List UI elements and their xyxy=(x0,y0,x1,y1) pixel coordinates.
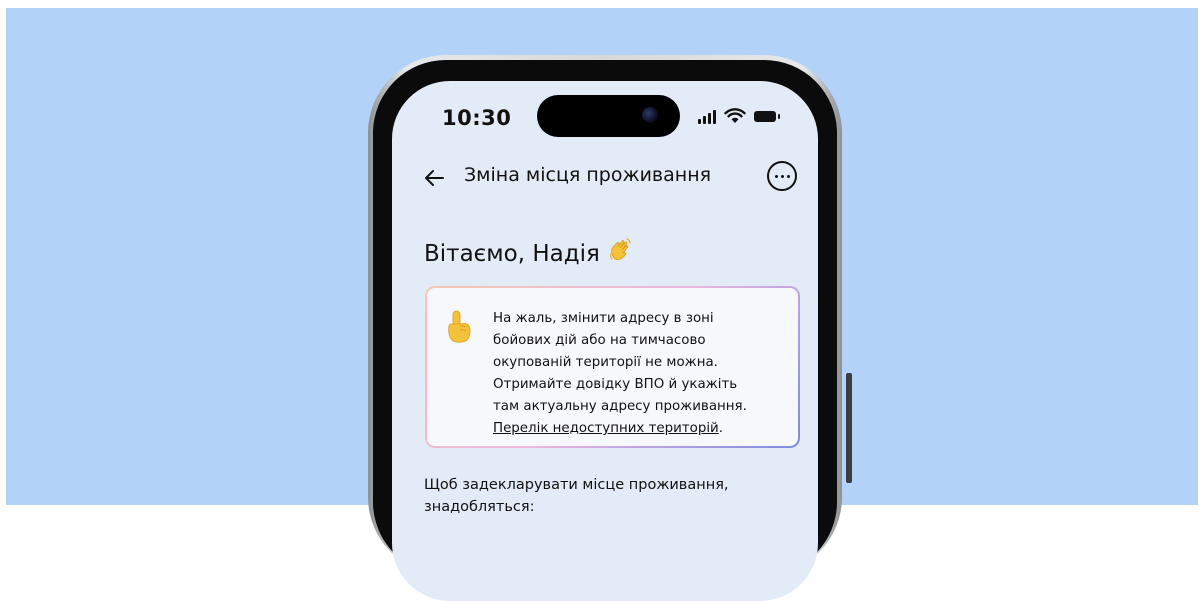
cellular-signal-icon xyxy=(698,110,718,124)
warning-line: окупованій території не можна. xyxy=(493,355,718,370)
unavailable-territories-link[interactable]: Перелік недоступних територій xyxy=(493,421,719,436)
greeting-text: Вітаємо, Надія xyxy=(424,241,600,267)
warning-card: На жаль, змінити адресу в зоні бойових д… xyxy=(425,286,800,448)
declaration-intro: Щоб задекларувати місце проживання, знад… xyxy=(424,474,804,518)
intro-line: знадобляться: xyxy=(424,499,535,515)
waving-hand-icon xyxy=(609,238,631,261)
more-options-icon[interactable] xyxy=(767,161,797,191)
power-button xyxy=(846,373,852,483)
pointing-up-hand-icon xyxy=(448,310,471,343)
warning-line: На жаль, змінити адресу в зоні xyxy=(493,311,714,326)
warning-card-body: На жаль, змінити адресу в зоні бойових д… xyxy=(427,288,798,446)
status-icons xyxy=(698,108,788,124)
warning-link-line: Перелік недоступних територій. xyxy=(493,418,793,440)
warning-line: Отримайте довідку ВПО й укажіть xyxy=(493,377,738,392)
arrow-left-icon[interactable] xyxy=(422,166,446,190)
warning-text: На жаль, змінити адресу в зоні бойових д… xyxy=(493,308,793,440)
wifi-icon xyxy=(724,108,746,123)
page-title: Зміна місця проживання xyxy=(464,164,712,186)
warning-line: бойових дій або на тимчасово xyxy=(493,333,706,348)
phone-frame: 10:30 Зміна місця проживання Вітаємо, На… xyxy=(368,55,842,601)
phone-bezel: 10:30 Зміна місця проживання Вітаємо, На… xyxy=(373,60,837,601)
battery-icon xyxy=(754,111,780,122)
intro-line: Щоб задекларувати місце проживання, xyxy=(424,477,729,493)
greeting-heading: Вітаємо, Надія xyxy=(424,237,634,267)
screen-header: Зміна місця проживання xyxy=(392,156,818,206)
dynamic-island xyxy=(537,95,680,137)
warning-line: там актуальну адресу проживання. xyxy=(493,399,747,414)
warning-link-suffix: . xyxy=(718,421,724,436)
phone-screen: 10:30 Зміна місця проживання Вітаємо, На… xyxy=(392,81,818,601)
front-camera-icon xyxy=(642,107,658,123)
status-time: 10:30 xyxy=(442,106,512,130)
